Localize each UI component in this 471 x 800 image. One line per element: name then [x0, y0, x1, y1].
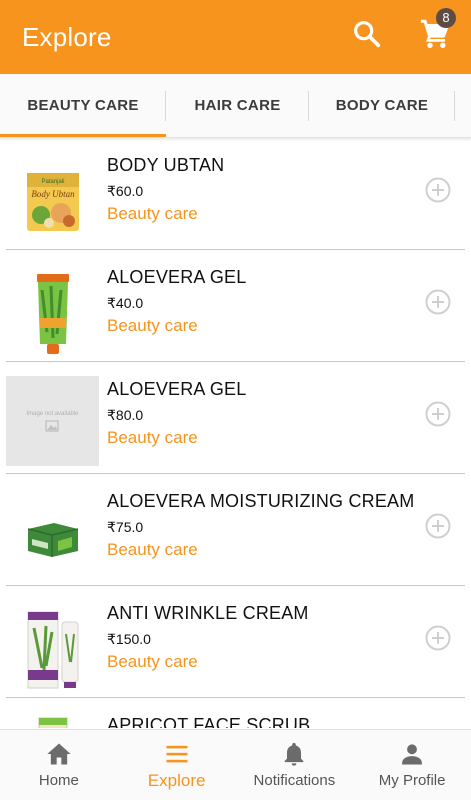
product-item[interactable]: ALOEVERA MOISTURIZING CREAM ₹75.0 Beauty… — [6, 474, 465, 586]
placeholder-text: Image not available — [26, 410, 79, 417]
product-price: ₹80.0 — [107, 407, 144, 423]
product-category: Beauty care — [107, 316, 198, 335]
product-price: ₹75.0 — [107, 519, 144, 535]
tab-hair-care[interactable]: HAIR CARE — [166, 74, 309, 136]
product-item[interactable]: ANTI WRINKLE CREAM ₹150.0 Beauty care — [6, 586, 465, 698]
add-circle-icon[interactable] — [425, 513, 451, 539]
home-icon — [47, 743, 71, 765]
product-item[interactable]: Patanjali Body Ubtan BODY UBTAN ₹60.0 Be… — [6, 138, 465, 250]
product-item[interactable]: ALOEVERA GEL ₹40.0 Beauty care — [6, 250, 465, 362]
tab-label: BODY CARE — [335, 96, 429, 114]
product-image — [6, 604, 99, 696]
cart-count-badge: 8 — [436, 8, 456, 28]
tab-body-care[interactable]: BODY CARE — [309, 74, 455, 136]
product-name: ANTI WRINKLE CREAM — [107, 603, 309, 623]
image-icon — [45, 420, 59, 431]
product-category: Beauty care — [107, 652, 198, 671]
product-price: ₹40.0 — [107, 295, 144, 311]
nav-home[interactable]: Home — [0, 730, 118, 800]
tab-beauty-care[interactable]: BEAUTY CARE — [0, 74, 166, 137]
search-icon[interactable] — [351, 18, 383, 50]
svg-text:Patanjali: Patanjali — [41, 179, 64, 185]
product-category: Beauty care — [107, 204, 198, 223]
tab-label: HAIR CARE — [194, 96, 281, 114]
person-icon — [402, 744, 423, 765]
product-image — [6, 268, 99, 360]
product-name: ALOEVERA GEL — [107, 267, 247, 287]
bell-icon — [285, 742, 304, 766]
nav-my-profile[interactable]: My Profile — [353, 730, 471, 800]
nav-notifications[interactable]: Notifications — [236, 730, 354, 800]
product-price: ₹150.0 — [107, 631, 151, 647]
app-bar: Explore 8 — [0, 0, 471, 74]
product-image: Patanjali Body Ubtan — [6, 156, 99, 248]
product-category: Beauty care — [107, 428, 198, 447]
app-screen: Explore 8 BEAUTY CARE HAIR CARE BODY CAR… — [0, 0, 471, 800]
product-name: ALOEVERA MOISTURIZING CREAM — [107, 491, 415, 511]
menu-icon — [166, 745, 188, 763]
category-tabs: BEAUTY CARE HAIR CARE BODY CARE — [0, 74, 471, 138]
product-item[interactable]: Image not available ALOEVERA GEL ₹80.0 B… — [6, 362, 465, 474]
add-circle-icon[interactable] — [425, 289, 451, 315]
add-circle-icon[interactable] — [425, 401, 451, 427]
tab-more[interactable] — [455, 74, 471, 136]
product-image — [6, 716, 99, 728]
product-name: BODY UBTAN — [107, 155, 225, 175]
product-name: ALOEVERA GEL — [107, 379, 247, 399]
product-name: APRICOT FACE SCRUB — [107, 715, 311, 728]
product-item[interactable]: APRICOT FACE SCRUB — [6, 698, 465, 728]
nav-label: Home — [38, 772, 79, 789]
svg-text:Body Ubtan: Body Ubtan — [31, 189, 75, 199]
image-not-available-placeholder: Image not available — [6, 376, 99, 466]
product-category: Beauty care — [107, 540, 198, 559]
add-circle-icon[interactable] — [425, 625, 451, 651]
tab-label: BEAUTY CARE — [27, 96, 139, 114]
nav-label: Notifications — [253, 772, 336, 789]
bottom-navigation: Home Explore Notifications My Profile — [0, 729, 471, 800]
product-price: ₹60.0 — [107, 183, 144, 199]
nav-label: Explore — [147, 771, 206, 790]
product-list: Patanjali Body Ubtan BODY UBTAN ₹60.0 Be… — [0, 138, 471, 728]
page-title: Explore — [22, 21, 112, 52]
nav-explore[interactable]: Explore — [118, 730, 236, 800]
product-image — [6, 492, 99, 584]
nav-label: My Profile — [378, 772, 446, 789]
add-circle-icon[interactable] — [425, 177, 451, 203]
